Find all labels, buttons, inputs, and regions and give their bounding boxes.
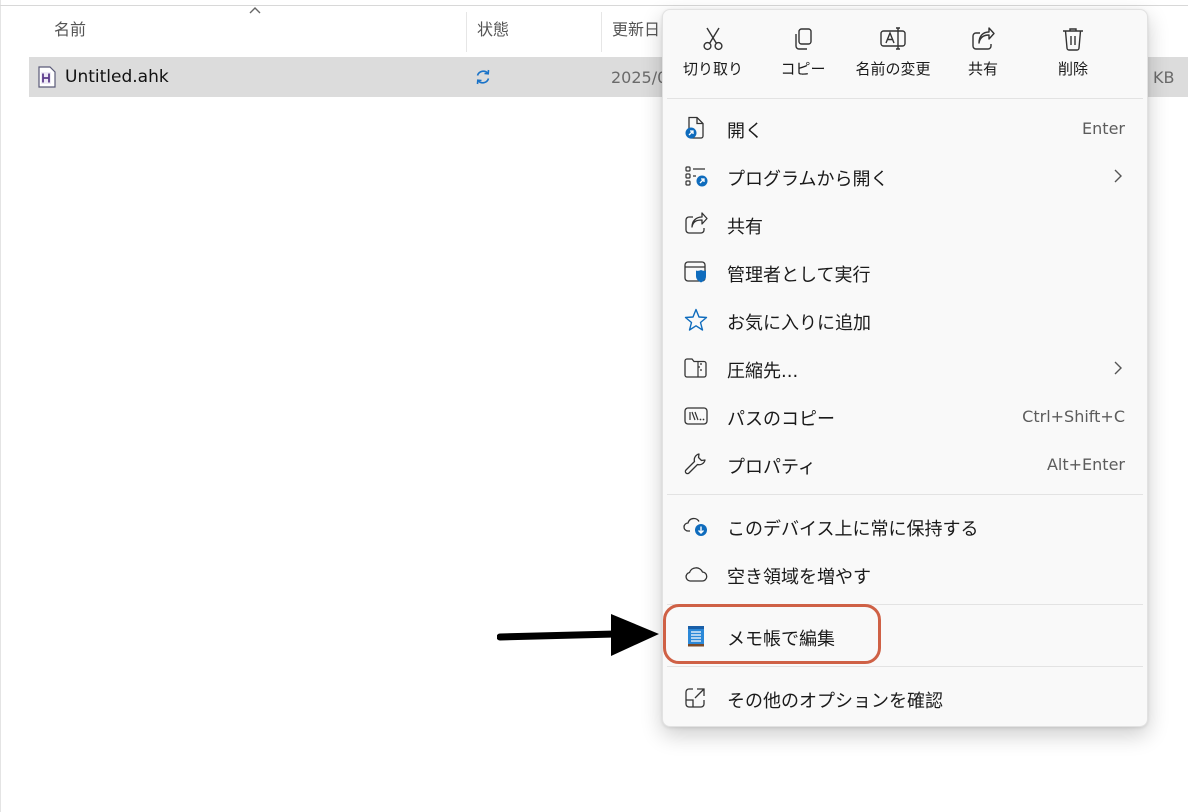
menu-item-always-keep-on-device[interactable]: このデバイス上に常に保持する	[663, 504, 1147, 548]
menu-item-label: お気に入りに追加	[727, 313, 871, 334]
trash-icon	[1063, 28, 1083, 51]
open-with-icon	[685, 166, 708, 187]
rename-button[interactable]: 名前の変更	[848, 20, 938, 92]
menu-item-compress-to[interactable]: 圧縮先...	[663, 346, 1147, 390]
copy-label: コピー	[780, 60, 826, 78]
menu-item-run-as-admin[interactable]: 管理者として実行	[663, 250, 1147, 294]
menu-item-label: 空き領域を増やす	[727, 567, 871, 588]
file-explorer-window: 名前 状態 更新日 Untitled.ahk 2025/0 KB 切り取り コピ…	[0, 0, 1188, 812]
chevron-right-icon	[1114, 361, 1122, 375]
cloud-icon	[685, 567, 708, 582]
delete-button[interactable]: 削除	[1028, 20, 1118, 92]
more-options-icon	[685, 688, 705, 708]
menu-separator	[667, 666, 1143, 667]
highlight-box-annotation	[663, 604, 881, 664]
cut-button[interactable]: 切り取り	[668, 20, 758, 92]
menu-separator	[667, 494, 1143, 495]
column-modified[interactable]: 更新日	[612, 16, 660, 40]
menu-item-properties[interactable]: プロパティ Alt+Enter	[663, 442, 1147, 486]
admin-shield-icon	[684, 261, 706, 283]
column-divider[interactable]	[601, 12, 602, 52]
menu-item-free-up-space[interactable]: 空き領域を増やす	[663, 552, 1147, 596]
menu-item-open[interactable]: 開く Enter	[663, 106, 1147, 150]
shortcut-text: Enter	[1082, 119, 1125, 138]
column-status[interactable]: 状態	[477, 16, 509, 40]
menu-item-label: 管理者として実行	[727, 265, 871, 286]
open-file-icon	[685, 116, 704, 139]
copy-path-icon	[684, 407, 708, 425]
rename-icon	[880, 27, 906, 50]
menu-item-copy-path[interactable]: パスのコピー Ctrl+Shift+C	[663, 394, 1147, 438]
quick-actions-bar: 切り取り コピー 名前の変更 共有 削除	[663, 10, 1147, 98]
menu-item-label: プロパティ	[727, 457, 816, 478]
copy-button[interactable]: コピー	[758, 20, 848, 92]
menu-separator	[667, 98, 1143, 99]
share-icon	[972, 27, 995, 50]
menu-item-show-more-options[interactable]: その他のオプションを確認	[663, 676, 1147, 720]
menu-item-label: その他のオプションを確認	[727, 691, 943, 712]
shortcut-text: Ctrl+Shift+C	[1022, 407, 1125, 426]
ahk-file-icon	[38, 66, 56, 88]
zip-folder-icon	[684, 358, 707, 378]
menu-item-label: このデバイス上に常に保持する	[727, 519, 979, 540]
delete-label: 削除	[1057, 60, 1088, 78]
menu-item-label: プログラムから開く	[727, 169, 889, 190]
sync-status-icon	[476, 69, 490, 85]
column-name[interactable]: 名前	[54, 16, 86, 40]
rename-label: 名前の変更	[855, 60, 931, 78]
cut-label: 切り取り	[682, 60, 743, 78]
menu-item-open-with[interactable]: プログラムから開く	[663, 154, 1147, 198]
shortcut-text: Alt+Enter	[1046, 455, 1125, 474]
menu-item-label: 共有	[727, 217, 763, 238]
scissors-icon	[703, 27, 723, 51]
file-modified-date: 2025/0	[611, 68, 668, 87]
share-button[interactable]: 共有	[938, 20, 1028, 92]
arrow-annotation-icon	[497, 614, 659, 656]
menu-item-share[interactable]: 共有	[663, 202, 1147, 246]
menu-item-label: パスのコピー	[727, 409, 835, 430]
share-label: 共有	[967, 60, 998, 78]
share-icon	[685, 212, 708, 234]
menu-item-label: 圧縮先...	[727, 361, 799, 382]
wrench-icon	[684, 453, 706, 475]
file-size: KB	[1153, 68, 1175, 87]
star-icon	[684, 308, 708, 331]
copy-icon	[795, 28, 812, 50]
menu-item-add-favorite[interactable]: お気に入りに追加	[663, 298, 1147, 342]
menu-item-label: 開く	[727, 121, 763, 142]
chevron-right-icon	[1114, 169, 1122, 183]
file-name[interactable]: Untitled.ahk	[65, 67, 169, 87]
sort-ascending-icon[interactable]	[248, 4, 262, 18]
cloud-download-icon	[683, 517, 707, 536]
column-divider[interactable]	[466, 12, 467, 52]
window-left-border	[0, 0, 1, 812]
